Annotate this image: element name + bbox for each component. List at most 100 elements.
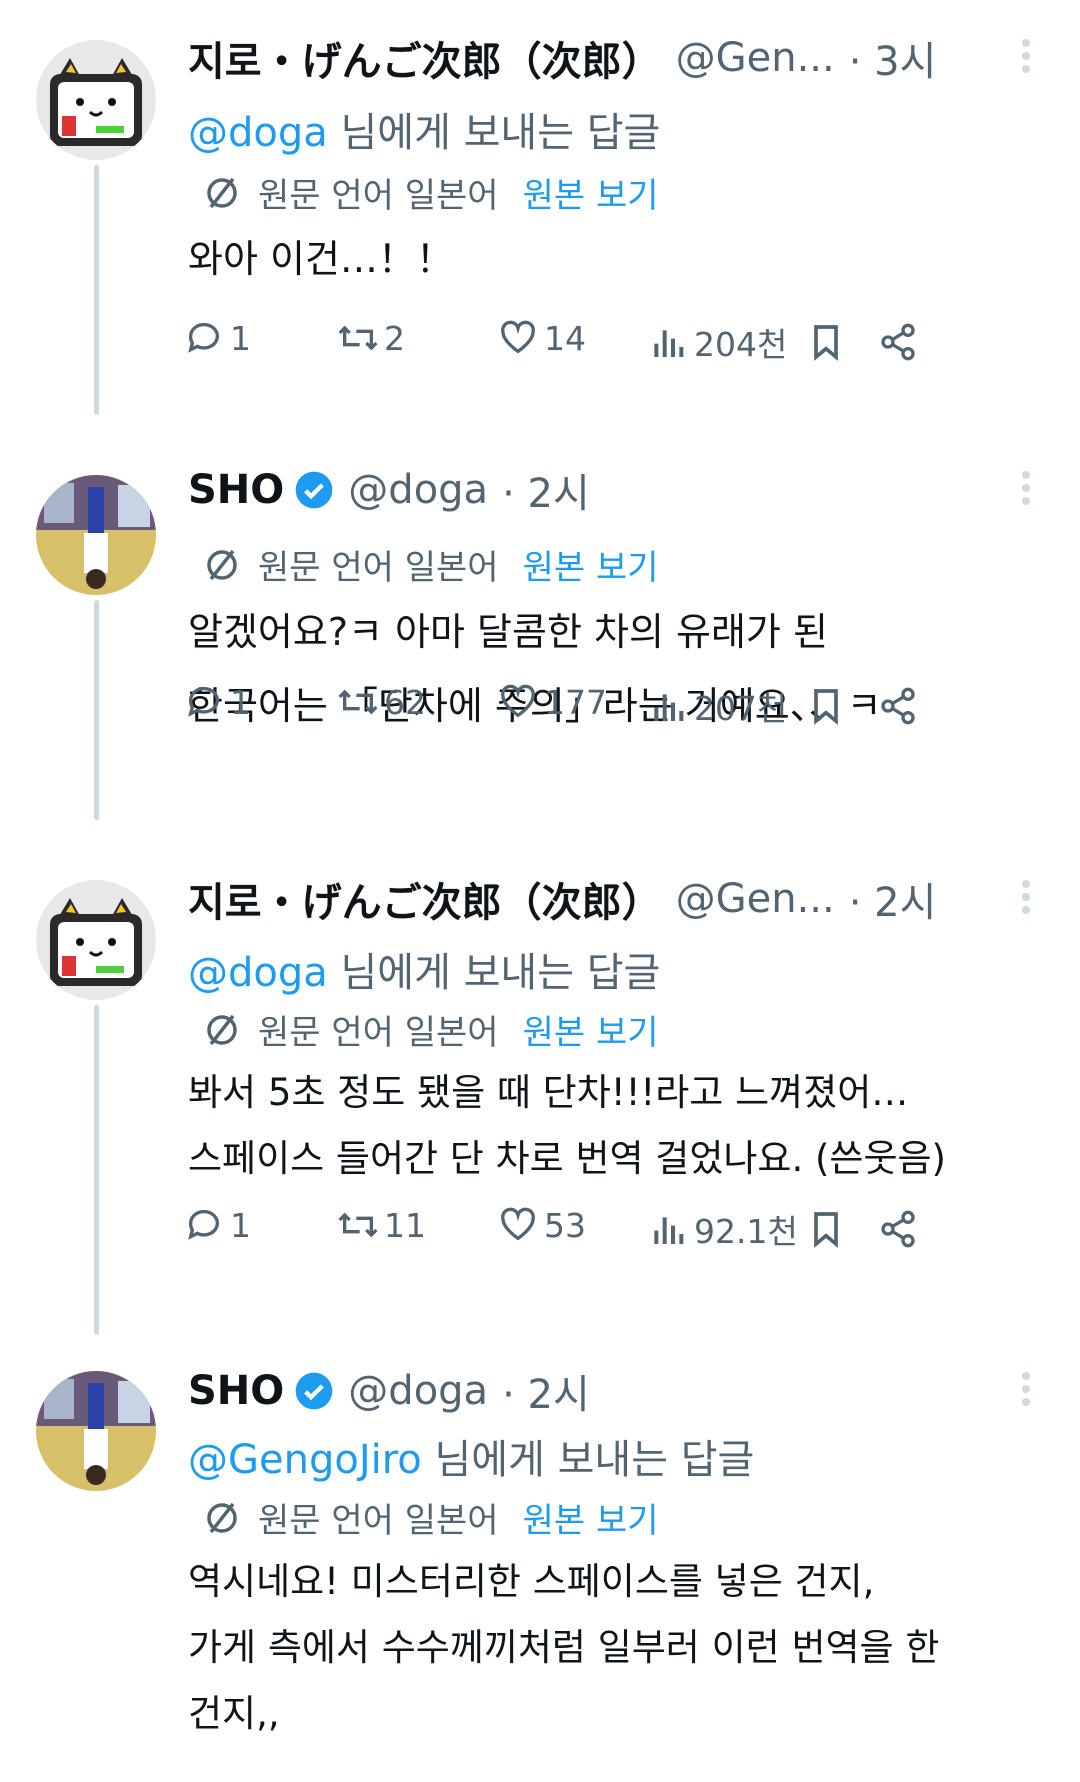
show-original-link[interactable]: 원본 보기 [523, 540, 659, 589]
action-bar: 1 11 53 92.1천 [188, 1205, 1048, 1255]
translation-notice: 원문 언어 일본어 원본 보기 [202, 1005, 659, 1054]
like-button[interactable]: 14 [498, 318, 586, 358]
display-name[interactable]: SHO [188, 1368, 284, 1414]
action-bar: 1 62 177 207천 [188, 682, 1048, 732]
retweet-button[interactable]: 2 [338, 318, 405, 358]
share-button[interactable] [878, 322, 918, 366]
retweet-count: 11 [384, 1205, 426, 1245]
bookmark-icon [814, 325, 838, 361]
like-count: 177 [544, 682, 607, 722]
tweet-3[interactable]: 지로・げんご次郎（次郎） @Gen... · 2시 @doga 님에게 보내는 … [0, 845, 1080, 1345]
timestamp[interactable]: · 3시 [849, 29, 937, 87]
reply-icon [188, 322, 219, 353]
avatar-jiro[interactable] [36, 880, 156, 1000]
avatar-sho[interactable] [36, 1371, 156, 1491]
bookmark-icon [814, 1212, 838, 1248]
reply-button[interactable]: 1 [184, 682, 251, 722]
show-original-link[interactable]: 원본 보기 [523, 168, 659, 217]
tweet-text-line: 역시네요! 미스터리한 스페이스를 넣은 건지, [188, 1560, 875, 1603]
mention-link[interactable]: @doga [188, 110, 328, 156]
share-icon [881, 1210, 915, 1248]
bookmark-button[interactable] [806, 322, 846, 366]
like-count: 14 [544, 318, 586, 358]
reply-icon [188, 686, 219, 717]
reply-to-line: @doga 님에게 보내는 답글 [188, 940, 660, 998]
translation-notice: 원문 언어 일본어 원본 보기 [202, 168, 659, 217]
thread-line [94, 600, 99, 820]
retweet-icon [338, 1212, 378, 1238]
tweet-text-line: 건지,, [188, 1692, 280, 1735]
avatar-sho[interactable] [36, 475, 156, 595]
timestamp[interactable]: · 2시 [502, 461, 590, 519]
translate-label: 원문 언어 일본어 [258, 548, 499, 588]
like-count: 53 [544, 1205, 586, 1245]
user-handle[interactable]: @doga [348, 467, 488, 513]
timestamp[interactable]: · 2시 [849, 870, 937, 928]
views-icon [654, 1217, 684, 1244]
retweet-icon [338, 689, 378, 715]
more-options-icon[interactable] [1016, 34, 1036, 84]
thread-line [94, 1005, 99, 1335]
translation-notice: 원문 언어 일본어 원본 보기 [202, 1493, 659, 1542]
translate-icon [207, 177, 237, 208]
retweet-count: 62 [384, 682, 426, 722]
translate-icon [207, 1014, 237, 1045]
like-button[interactable]: 177 [498, 682, 607, 722]
share-button[interactable] [878, 1209, 918, 1253]
tweet-body: 봐서 5초 정도 됐을 때 단차!!!라고 느껴졌어… 스페이스 들어간 단 차… [188, 1060, 946, 1192]
thread-line [94, 165, 99, 415]
view-count: 207천 [694, 689, 788, 728]
tweet-4[interactable]: SHO @doga · 2시 @GengoJiro 님에게 보내는 답글 원문 … [0, 1345, 1080, 1782]
more-options-icon[interactable] [1016, 875, 1036, 925]
user-handle[interactable]: @doga [348, 1368, 488, 1414]
like-button[interactable]: 53 [498, 1205, 586, 1245]
share-button[interactable] [878, 686, 918, 730]
bookmark-button[interactable] [806, 1209, 846, 1253]
reply-to-text: 님에게 보내는 답글 [327, 950, 661, 996]
tweet-body: 와아 이건…！！ [188, 226, 454, 292]
display-name[interactable]: 지로・げんご次郎（次郎） [188, 29, 662, 87]
mention-link[interactable]: @doga [188, 950, 328, 996]
views-button[interactable]: 204천 [648, 318, 787, 366]
tweet-text-line: 알겠어요?ㅋ 아마 달콤한 차의 유래가 된 [188, 610, 828, 654]
retweet-button[interactable]: 11 [338, 1205, 426, 1245]
tweet-header: 지로・げんご次郎（次郎） @Gen... · 2시 [188, 869, 936, 929]
show-original-link[interactable]: 원본 보기 [523, 1005, 659, 1054]
action-bar: 1 2 14 204천 [188, 318, 1048, 368]
tweet-1[interactable]: 지로・げんご次郎（次郎） @Gen... · 3시 @doga 님에게 보내는 … [0, 0, 1080, 420]
show-original-link[interactable]: 원본 보기 [523, 1493, 659, 1542]
reply-button[interactable]: 1 [184, 318, 251, 358]
tweet-body: 역시네요! 미스터리한 스페이스를 넣은 건지, 가게 측에서 수수께끼처럼 일… [188, 1549, 939, 1747]
reply-button[interactable]: 1 [184, 1205, 251, 1245]
retweet-button[interactable]: 62 [338, 682, 426, 722]
user-handle[interactable]: @Gen... [676, 35, 835, 81]
view-count: 92.1천 [694, 1212, 798, 1251]
translate-icon [207, 1502, 237, 1533]
heart-icon [501, 684, 535, 718]
display-name[interactable]: 지로・げんご次郎（次郎） [188, 870, 662, 928]
avatar-jiro[interactable] [36, 40, 156, 160]
tweet-header: SHO @doga · 2시 [188, 460, 590, 520]
user-handle[interactable]: @Gen... [676, 876, 835, 922]
display-name[interactable]: SHO [188, 467, 284, 513]
tweet-header: SHO @doga · 2시 [188, 1361, 590, 1421]
more-options-icon[interactable] [1016, 1367, 1036, 1417]
bookmark-button[interactable] [806, 686, 846, 730]
reply-to-line: @doga 님에게 보내는 답글 [188, 100, 660, 158]
verified-badge-icon [295, 471, 333, 509]
reply-icon [188, 1209, 219, 1240]
retweet-icon [338, 325, 378, 351]
tweet-header: 지로・げんご次郎（次郎） @Gen... · 3시 [188, 28, 936, 88]
reply-to-line: @GengoJiro 님에게 보내는 답글 [188, 1427, 754, 1485]
views-icon [654, 330, 684, 357]
reply-count: 1 [230, 1205, 251, 1245]
mention-link[interactable]: @GengoJiro [188, 1437, 422, 1483]
translation-notice: 원문 언어 일본어 원본 보기 [202, 540, 659, 589]
view-count: 204천 [694, 325, 788, 364]
tweet-text-line: 봐서 5초 정도 됐을 때 단차!!!라고 느껴졌어… [188, 1071, 909, 1114]
views-button[interactable]: 207천 [648, 682, 787, 730]
tweet-2[interactable]: SHO @doga · 2시 원문 언어 일본어 원본 보기 알겠어요?ㅋ 아마… [0, 430, 1080, 830]
timestamp[interactable]: · 2시 [502, 1362, 590, 1420]
more-options-icon[interactable] [1016, 466, 1036, 516]
views-button[interactable]: 92.1천 [648, 1205, 798, 1253]
